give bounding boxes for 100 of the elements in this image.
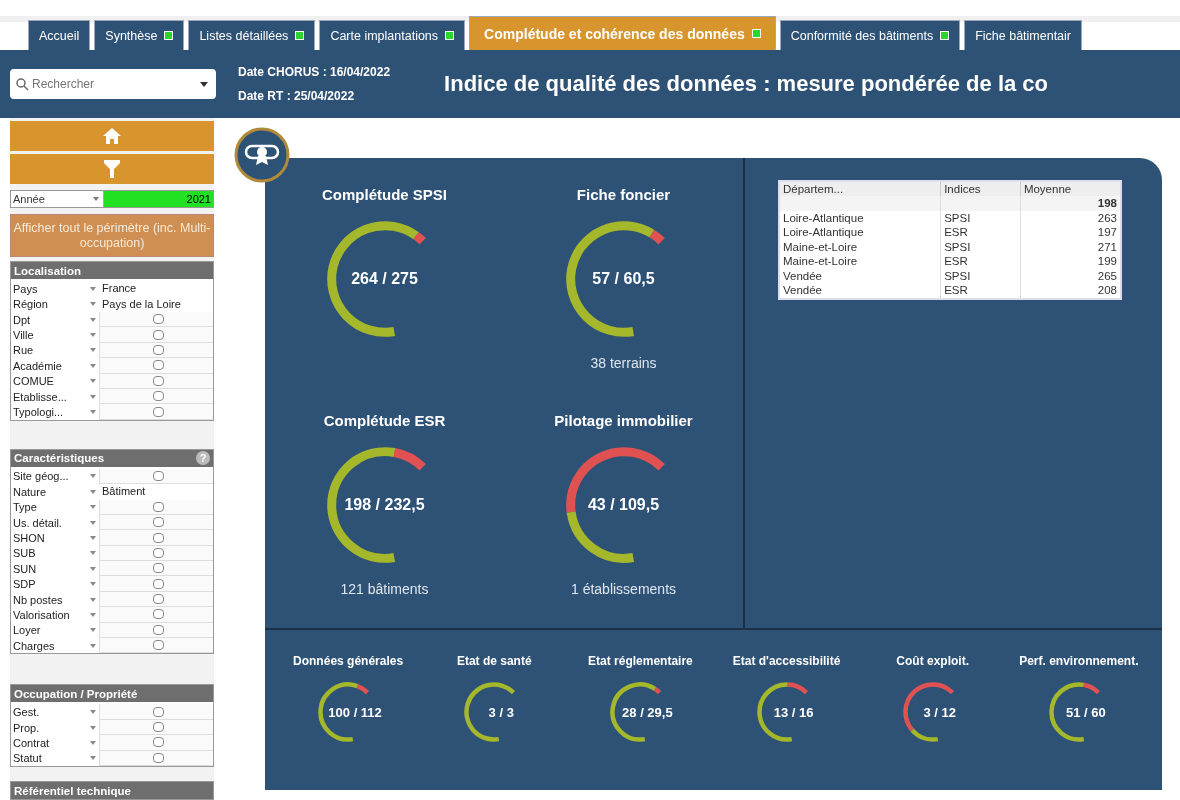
tab[interactable]: Conformité des bâtiments xyxy=(779,20,961,50)
filter-label[interactable]: SUN xyxy=(13,562,87,575)
dropdown-caret-icon[interactable] xyxy=(90,612,96,617)
dropdown-caret-icon[interactable] xyxy=(90,756,96,761)
filter-button[interactable] xyxy=(10,154,214,185)
dropdown-caret-icon[interactable] xyxy=(90,505,96,510)
dropdown-caret-icon[interactable] xyxy=(90,286,96,291)
filter-value[interactable]: Pays de la Loire xyxy=(99,296,213,312)
filter-label[interactable]: Us. détail. xyxy=(13,516,87,529)
dropdown-caret-icon[interactable] xyxy=(90,302,96,307)
filter-label[interactable]: Etablisse... xyxy=(13,390,87,403)
dropdown-caret-icon[interactable] xyxy=(90,597,96,602)
empty-value-icon[interactable] xyxy=(152,624,164,635)
gauge-title: Complétude SPSI xyxy=(322,186,447,203)
empty-value-icon[interactable] xyxy=(152,722,164,732)
empty-value-icon[interactable] xyxy=(152,517,164,528)
dropdown-caret-icon[interactable] xyxy=(90,333,96,338)
empty-value-icon[interactable] xyxy=(152,737,164,748)
filter-label[interactable]: Gest. xyxy=(13,706,87,719)
dropdown-caret-icon[interactable] xyxy=(90,474,96,479)
dropdown-caret-icon[interactable] xyxy=(90,551,96,556)
filter-label[interactable]: Ville xyxy=(13,329,87,342)
filter-label[interactable]: SUB xyxy=(13,547,87,560)
dropdown-caret-icon[interactable] xyxy=(90,628,96,633)
empty-value-icon[interactable] xyxy=(152,406,164,417)
dropdown-caret-icon[interactable] xyxy=(90,379,96,384)
gauge-fill xyxy=(910,728,938,742)
empty-value-icon[interactable] xyxy=(152,329,164,340)
filter-icon xyxy=(103,159,121,180)
page-title: Indice de qualité des données : mesure pondérée de la co xyxy=(444,71,1049,97)
home-button[interactable] xyxy=(10,121,214,152)
dropdown-caret-icon[interactable] xyxy=(90,740,96,745)
empty-value-icon[interactable] xyxy=(152,314,164,325)
filter-label[interactable]: Loyer xyxy=(13,624,87,637)
column-header[interactable]: Indices xyxy=(940,181,1021,196)
empty-value-icon[interactable] xyxy=(152,563,164,574)
dropdown-caret-icon[interactable] xyxy=(90,710,96,715)
dropdown-caret-icon[interactable] xyxy=(90,317,96,322)
dropdown-caret-icon[interactable] xyxy=(90,348,96,353)
empty-value-icon[interactable] xyxy=(152,345,164,355)
gauge-title: Etat de santé xyxy=(456,654,532,668)
filter-label[interactable]: Prop. xyxy=(13,721,87,734)
filter-label[interactable]: SDP xyxy=(13,578,87,591)
empty-value-icon[interactable] xyxy=(152,594,164,605)
empty-value-icon[interactable] xyxy=(152,578,164,589)
empty-value-icon[interactable] xyxy=(152,391,164,402)
empty-value-icon[interactable] xyxy=(152,547,164,558)
tab[interactable]: Carte implantations xyxy=(319,20,466,50)
dropdown-caret-icon[interactable] xyxy=(90,410,96,415)
dropdown-caret-icon[interactable] xyxy=(90,520,96,525)
dropdown-caret-icon[interactable] xyxy=(90,363,96,368)
filter-label[interactable]: Nb postes xyxy=(13,593,87,606)
gauge-title: Perf. environnement. xyxy=(1019,654,1139,668)
filter-label[interactable]: Pays xyxy=(13,282,87,295)
dropdown-caret-icon[interactable] xyxy=(90,566,96,571)
empty-value-icon[interactable] xyxy=(152,640,164,651)
empty-value-icon[interactable] xyxy=(152,501,164,512)
date-label: Date CHORUS : 16/04/2022 xyxy=(238,65,391,79)
dropdown-caret-icon[interactable] xyxy=(90,489,96,494)
filter-label[interactable]: Valorisation xyxy=(13,608,87,621)
dropdown-caret-icon xyxy=(200,82,208,87)
year-value[interactable]: 2021 xyxy=(104,191,213,208)
empty-value-icon[interactable] xyxy=(152,532,164,543)
filter-label[interactable]: Nature xyxy=(13,485,87,498)
tab[interactable]: Accueil xyxy=(28,20,91,50)
filter-label[interactable]: Type xyxy=(13,501,87,514)
filter-label[interactable]: Académie xyxy=(13,359,87,372)
tab[interactable]: Synthèse xyxy=(94,20,185,50)
tab[interactable]: Fiche bâtimentair xyxy=(964,20,1082,50)
table-cell: SPSI xyxy=(940,210,1021,225)
filter-label[interactable]: Charges xyxy=(13,639,87,652)
tab[interactable]: Listes détaillées xyxy=(188,20,316,50)
gauge-track xyxy=(786,682,808,695)
filter-label[interactable]: Contrat xyxy=(13,736,87,749)
empty-value-icon[interactable] xyxy=(152,706,164,717)
dropdown-caret-icon[interactable] xyxy=(90,536,96,540)
dropdown-caret-icon[interactable] xyxy=(90,394,96,399)
dropdown-caret-icon[interactable] xyxy=(90,643,96,648)
filter-label[interactable]: Dpt xyxy=(13,313,87,326)
filter-label[interactable]: Statut xyxy=(13,752,87,765)
filter-label[interactable]: Région xyxy=(13,298,87,311)
filter-label[interactable]: Typologi... xyxy=(13,406,87,419)
filter-label[interactable]: Site géog... xyxy=(13,470,87,483)
empty-value-icon[interactable] xyxy=(152,609,164,620)
filter-label[interactable]: COMUE xyxy=(13,375,87,388)
empty-value-icon[interactable] xyxy=(152,375,164,386)
gauge-track xyxy=(1083,682,1100,695)
search-field[interactable]: Rechercher xyxy=(10,69,216,99)
filter-label[interactable]: SHON xyxy=(13,532,87,544)
empty-value-icon[interactable] xyxy=(152,360,164,371)
filter-label[interactable]: Rue xyxy=(13,344,87,357)
gauge-fill xyxy=(756,682,792,742)
dropdown-caret-icon[interactable] xyxy=(90,725,96,730)
column-header[interactable]: Moyenne xyxy=(1020,181,1121,196)
filter-value[interactable]: Bâtiment xyxy=(99,484,213,500)
filter-value[interactable]: France xyxy=(99,281,213,297)
empty-value-icon[interactable] xyxy=(152,752,164,763)
dropdown-caret-icon[interactable] xyxy=(90,582,96,587)
column-header[interactable]: Départem... xyxy=(779,181,941,196)
empty-value-icon[interactable] xyxy=(152,470,164,481)
